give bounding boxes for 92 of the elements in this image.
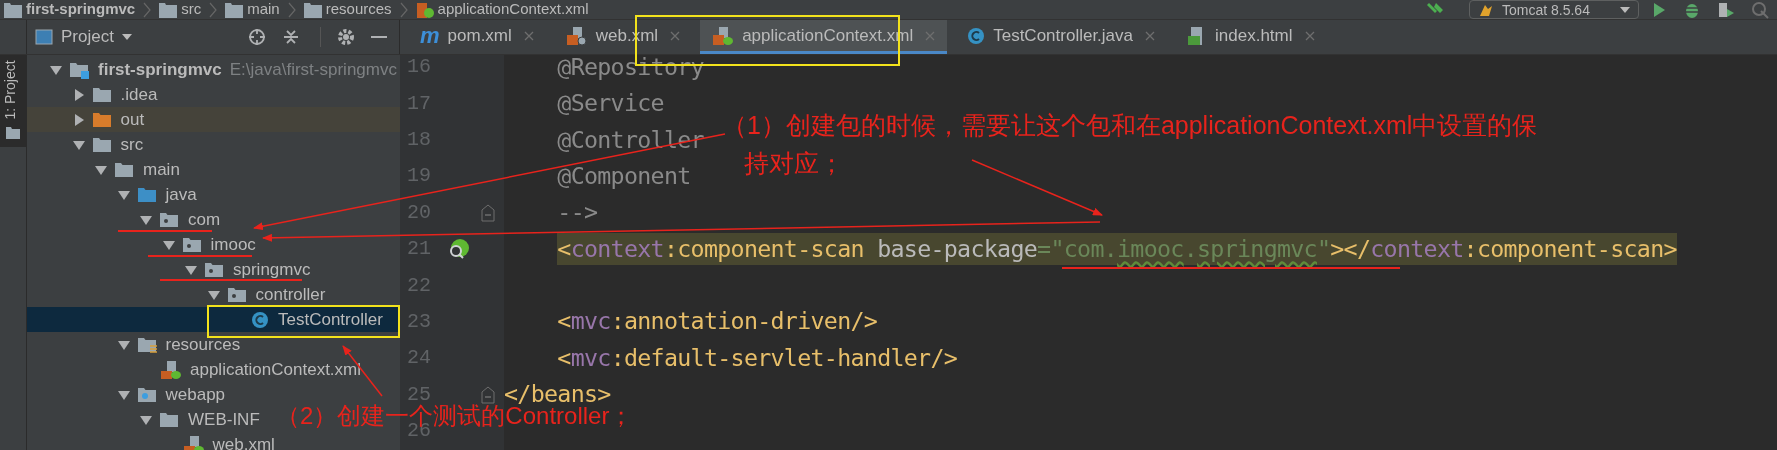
chevron-icon (399, 1, 408, 18)
expanded-arrow-icon[interactable] (185, 263, 197, 276)
collapsed-arrow-icon[interactable] (72, 88, 85, 101)
package-icon (205, 260, 225, 279)
folder-icon (92, 110, 113, 129)
tree-item[interactable]: com (27, 207, 221, 232)
expanded-arrow-icon[interactable] (95, 163, 107, 176)
run-config-label: Tomcat 8.5.64 (1502, 2, 1590, 17)
breadcrumb-item[interactable]: first-springmvc (26, 0, 136, 21)
target-icon[interactable] (248, 28, 266, 46)
module-folder-icon (70, 60, 90, 79)
code-line: @Repository (556, 55, 704, 80)
chevron-icon (209, 1, 218, 18)
maven-icon: m (420, 24, 440, 47)
minimize-icon[interactable] (371, 35, 387, 39)
folder-icon (160, 410, 180, 429)
folder-icon[interactable] (6, 127, 20, 139)
editor-tab[interactable]: index.html (1175, 20, 1327, 54)
xml-file-icon (182, 434, 205, 450)
expanded-arrow-icon[interactable] (140, 213, 152, 226)
package-icon (182, 235, 203, 254)
code-line: @Component (556, 164, 691, 189)
expanded-arrow-icon[interactable] (72, 138, 85, 151)
breadcrumb-item[interactable]: resources (325, 0, 392, 21)
project-path: E:\java\first-springmvc (229, 58, 397, 81)
tree-item[interactable]: controller (27, 282, 326, 307)
code-line: <mvc:default-servlet-handler/> (556, 346, 958, 371)
tree-item[interactable]: java (27, 182, 197, 207)
window-icon (35, 29, 53, 45)
chevron-icon (287, 1, 296, 18)
package-icon (227, 285, 248, 304)
package-icon (160, 210, 180, 229)
tree-item[interactable]: WEB-INF (27, 407, 260, 432)
run-icon[interactable] (1651, 1, 1667, 18)
tree-item[interactable]: main (27, 157, 180, 182)
expanded-arrow-icon[interactable] (207, 288, 220, 301)
caret-icon[interactable] (121, 34, 132, 40)
folder-icon (4, 1, 22, 18)
class-icon (250, 310, 270, 329)
tree-item[interactable]: TestController (27, 307, 400, 332)
folder-icon (159, 1, 178, 18)
xml-file-icon (565, 25, 588, 46)
folder-icon (115, 160, 135, 179)
editor-tab[interactable]: m pom.xml (408, 20, 546, 54)
breadcrumb-item[interactable]: src (181, 0, 202, 21)
expanded-arrow-icon[interactable] (117, 388, 130, 401)
caret-icon (1620, 6, 1630, 13)
expanded-arrow-icon[interactable] (117, 338, 130, 351)
tree-item[interactable]: applicationContext.xml (27, 357, 362, 382)
tree-item[interactable]: web.xml (27, 432, 275, 450)
annotation-text: （1）创建包的时候，需要让这个包和在applicationContext.xml中设置的保 持对应； (722, 110, 1538, 179)
folder-icon (92, 85, 113, 104)
folder-icon (225, 1, 244, 18)
tree-item[interactable]: src (27, 132, 144, 157)
tool-window-label[interactable]: 1: Project (2, 60, 17, 120)
folder-icon (303, 1, 322, 18)
class-icon (967, 26, 986, 45)
tree-item[interactable]: .idea (27, 82, 158, 107)
expanded-arrow-icon[interactable] (140, 413, 152, 426)
code-line: <mvc:annotation-driven/> (556, 309, 878, 334)
settings-icon[interactable] (337, 28, 355, 46)
code-line: --> (556, 200, 598, 225)
tree-item[interactable]: springmvc (27, 257, 311, 282)
code-line: </beans> (504, 382, 611, 407)
tree-item[interactable]: out (27, 107, 400, 132)
folder-icon (137, 185, 158, 204)
web-folder-icon (137, 385, 158, 404)
tree-item[interactable]: webapp (27, 382, 226, 407)
run-config-dropdown[interactable]: Tomcat 8.5.64 (1469, 0, 1639, 19)
expanded-arrow-icon[interactable] (117, 188, 130, 201)
breadcrumb-item[interactable]: main (247, 0, 280, 21)
tree-item[interactable]: imooc (27, 232, 256, 257)
tree-item[interactable]: resources (27, 332, 241, 357)
fold-marker-icon[interactable] (481, 385, 495, 404)
tree-item[interactable]: first-springmvc E:\java\first-springmvc (27, 57, 397, 82)
collapsed-arrow-icon[interactable] (72, 113, 85, 126)
xml-file-icon (160, 359, 182, 380)
panel-title[interactable]: Project (61, 24, 114, 50)
fold-marker-icon[interactable] (481, 203, 495, 222)
editor-tab[interactable]: TestController.java (955, 20, 1168, 54)
folder-icon (92, 135, 113, 154)
xml-file-icon (415, 1, 434, 18)
code-line: @Controller (556, 127, 704, 152)
expanded-arrow-icon[interactable] (50, 63, 62, 76)
collapse-icon[interactable] (282, 28, 300, 46)
expanded-arrow-icon[interactable] (162, 238, 175, 251)
code-line: @Service (556, 91, 664, 116)
tool-window-tab[interactable] (0, 55, 27, 147)
breadcrumb-item[interactable]: applicationContext.xml (437, 0, 589, 21)
xml-file-icon (712, 25, 735, 46)
chevron-icon (143, 1, 152, 18)
resources-folder-icon (137, 335, 158, 354)
